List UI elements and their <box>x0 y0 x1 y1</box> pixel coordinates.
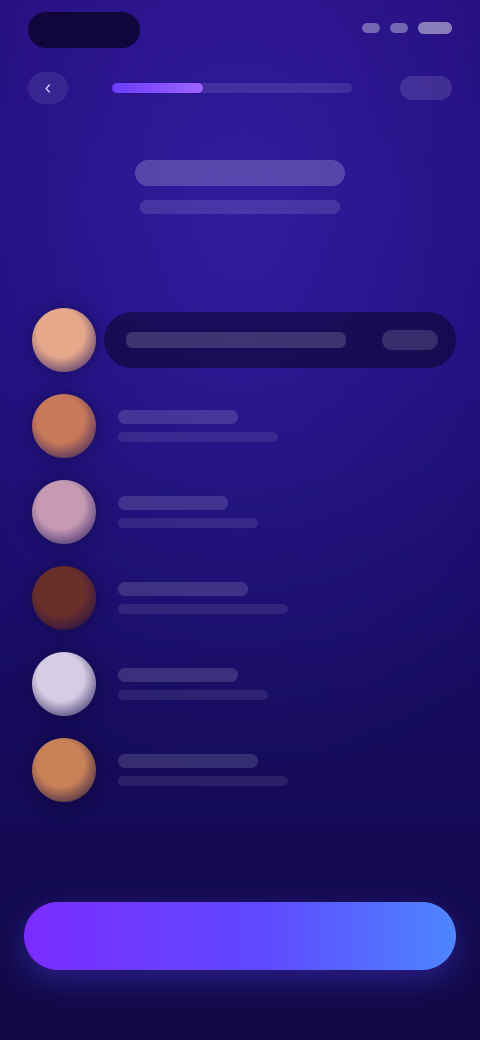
avatar <box>32 566 96 630</box>
list-item[interactable] <box>24 300 456 386</box>
item-name <box>118 754 258 768</box>
avatar <box>32 480 96 544</box>
item-meta <box>118 432 278 442</box>
continue-button[interactable] <box>24 902 456 970</box>
avatar <box>32 652 96 716</box>
avatar <box>32 738 96 802</box>
status-pill <box>28 12 140 48</box>
item-meta <box>118 604 288 614</box>
progress-chip[interactable] <box>400 76 452 100</box>
list-item[interactable] <box>24 472 456 558</box>
signal-icon <box>362 23 380 33</box>
status-indicators <box>362 20 452 36</box>
item-meta <box>118 518 258 528</box>
wifi-icon <box>390 23 408 33</box>
chevron-left-icon: ‹ <box>44 76 52 99</box>
item-name <box>118 496 228 510</box>
page-title <box>135 160 345 186</box>
item-name <box>118 668 238 682</box>
avatar <box>32 394 96 458</box>
item-name <box>118 410 238 424</box>
list-item[interactable] <box>24 730 456 816</box>
profile-list <box>24 300 456 816</box>
back-button[interactable]: ‹ <box>28 72 68 104</box>
page-subtitle <box>140 200 340 214</box>
progress-fill <box>112 83 204 93</box>
item-meta <box>118 690 268 700</box>
title-block <box>0 160 480 214</box>
progress-track <box>112 83 352 93</box>
status-bar <box>0 0 480 56</box>
item-name <box>118 582 248 596</box>
item-chip <box>382 330 438 350</box>
avatar <box>32 308 96 372</box>
battery-icon <box>418 22 452 34</box>
selected-item-card[interactable] <box>104 312 456 368</box>
list-item[interactable] <box>24 386 456 472</box>
item-name <box>126 332 346 348</box>
item-meta <box>118 776 288 786</box>
top-row: ‹ <box>28 70 452 106</box>
list-item[interactable] <box>24 558 456 644</box>
list-item[interactable] <box>24 644 456 730</box>
